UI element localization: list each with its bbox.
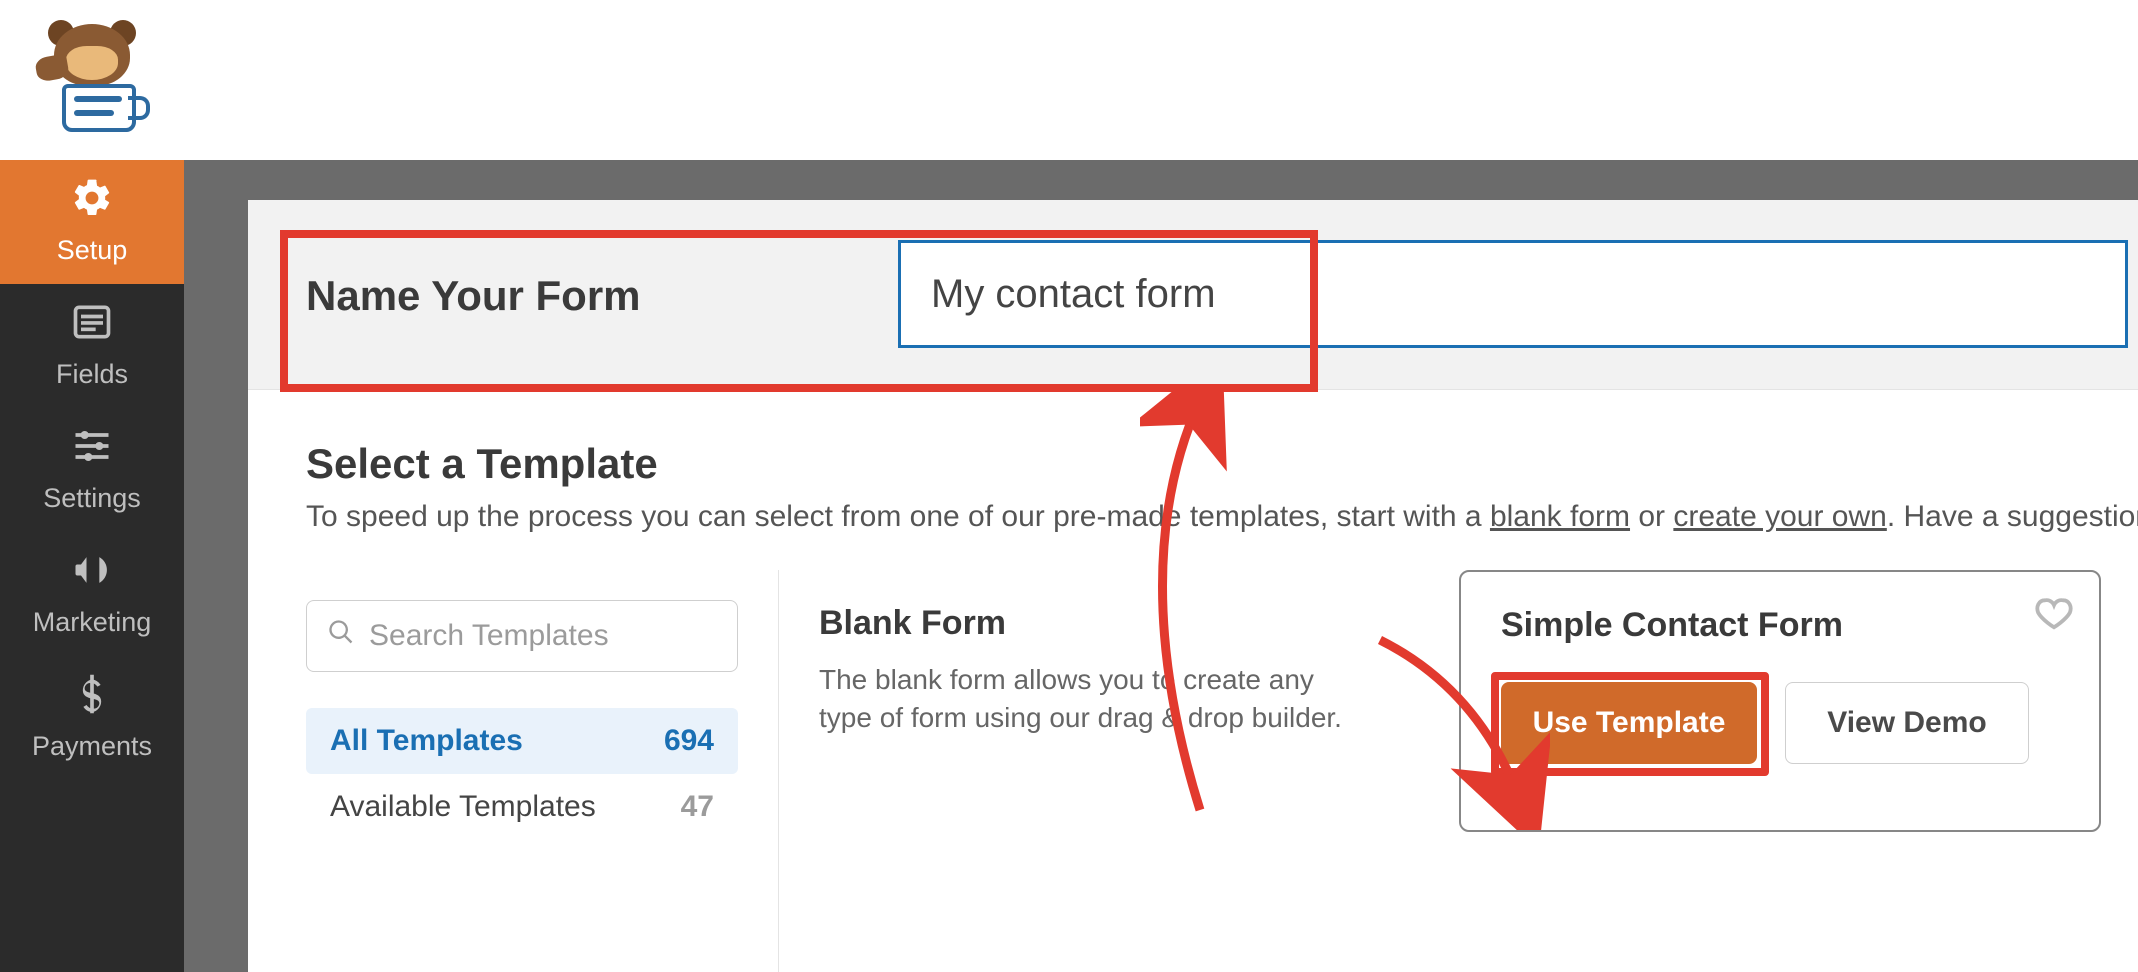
nav-label: Setup [57,235,128,266]
list-icon [68,300,116,349]
gear-icon [68,176,116,225]
nav-item-fields[interactable]: Fields [0,284,184,408]
template-search[interactable] [306,600,738,672]
nav-label: Fields [56,359,128,390]
search-icon [327,618,355,654]
templates-subtitle: To speed up the process you can select f… [306,500,2138,534]
category-available-templates[interactable]: Available Templates 47 [306,774,738,840]
view-demo-button[interactable]: View Demo [1785,682,2029,764]
nav-label: Settings [43,483,141,514]
template-card-simple-contact[interactable]: Simple Contact Form Use Template View De… [1459,570,2101,832]
sub-text: To speed up the process you can select f… [306,500,1490,533]
form-name-input[interactable] [898,240,2128,348]
category-label: Available Templates [330,790,596,824]
logo-area [0,0,184,160]
templates-grid: Blank Form The blank form allows you to … [778,570,2138,972]
category-count: 694 [664,724,714,758]
templates-sidebar: All Templates 694 Available Templates 47 [248,570,778,972]
create-own-link[interactable]: create your own [1673,500,1886,533]
category-label: All Templates [330,724,523,758]
templates-body: All Templates 694 Available Templates 47… [248,570,2138,972]
nav-label: Marketing [33,607,152,638]
blank-form-link[interactable]: blank form [1490,500,1630,533]
name-form-bar: Name Your Form [248,200,2138,390]
template-search-input[interactable] [369,619,717,653]
sidebar: Setup Fields Settings [0,0,184,972]
card-title: Blank Form [819,604,1369,643]
nav-item-setup[interactable]: Setup [0,160,184,284]
category-count: 47 [681,790,714,824]
card-title: Simple Contact Form [1501,606,2059,645]
template-categories: All Templates 694 Available Templates 47 [306,708,738,840]
card-desc: The blank form allows you to create any … [819,661,1369,737]
use-template-button[interactable]: Use Template [1501,682,1757,764]
bullhorn-icon [68,548,116,597]
nav-label: Payments [32,731,152,762]
nav-item-settings[interactable]: Settings [0,408,184,532]
setup-panel: Name Your Form Select a Template To spee… [248,200,2138,972]
sub-text: or [1630,500,1673,533]
name-form-label: Name Your Form [306,272,641,320]
favorite-icon[interactable] [2035,594,2073,632]
template-card-blank[interactable]: Blank Form The blank form allows you to … [779,570,1409,830]
sub-text: . Have a suggestion fo [1887,500,2138,533]
category-all-templates[interactable]: All Templates 694 [306,708,738,774]
dollar-icon [68,672,116,721]
nav-item-marketing[interactable]: Marketing [0,532,184,656]
templates-title: Select a Template [306,440,658,488]
sliders-icon [68,424,116,473]
wpforms-logo [32,20,152,140]
nav-item-payments[interactable]: Payments [0,656,184,780]
nav: Setup Fields Settings [0,160,184,780]
